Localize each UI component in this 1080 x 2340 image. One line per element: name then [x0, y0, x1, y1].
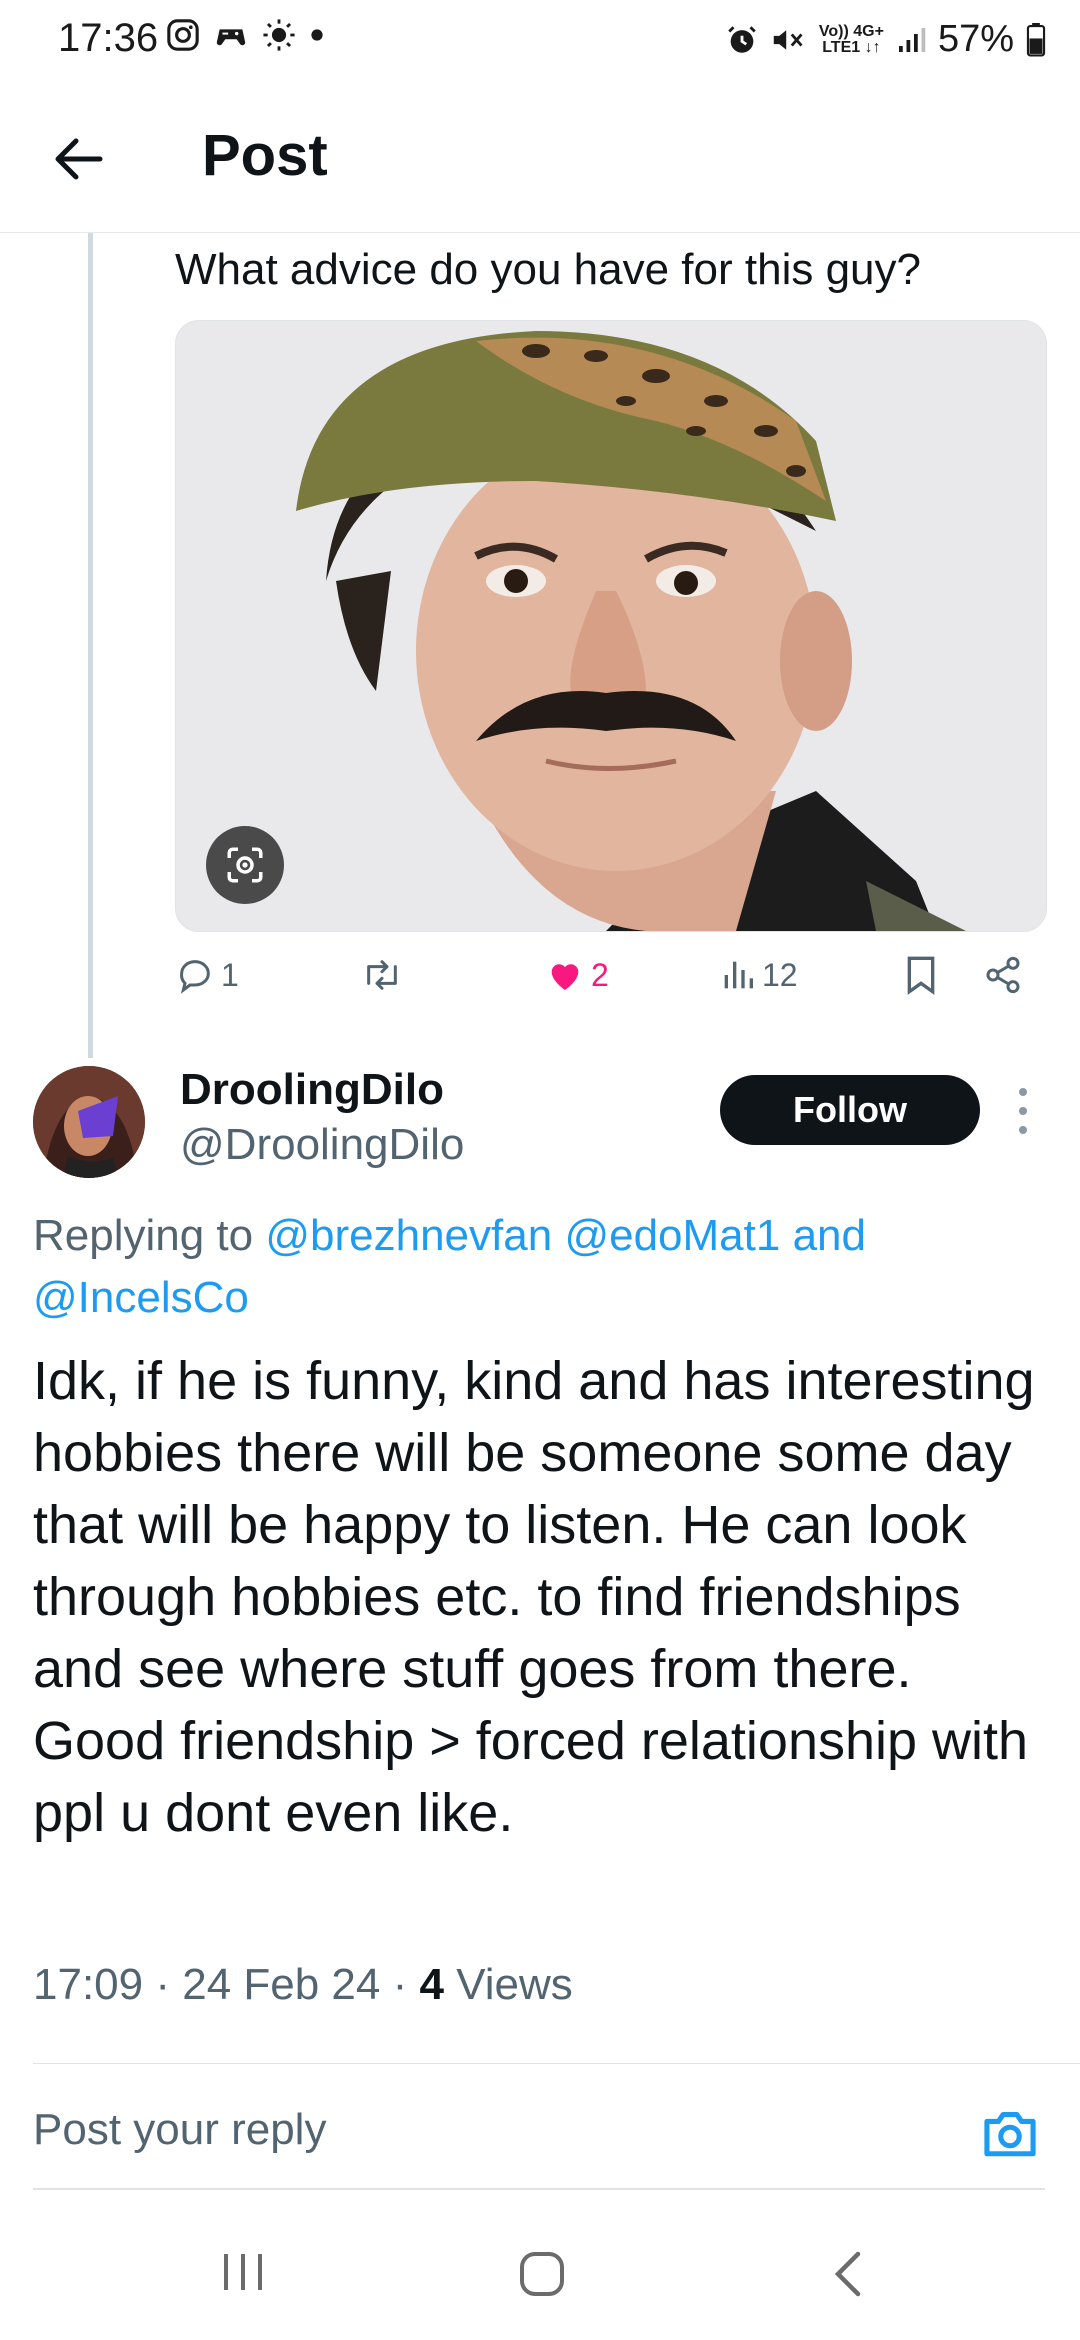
image-search-button[interactable] — [206, 826, 284, 904]
thread-line — [88, 233, 93, 1058]
camera-icon — [984, 2112, 1036, 2157]
share-icon — [986, 956, 1020, 994]
bookmark-action[interactable] — [903, 955, 939, 995]
reply-input[interactable]: Post your reply — [33, 2105, 326, 2155]
post-image[interactable] — [175, 320, 1047, 932]
notification-dot-icon — [311, 29, 323, 41]
views-label[interactable]: Views — [456, 1960, 573, 2009]
post-date: 24 Feb 24 — [182, 1960, 381, 2009]
status-icons-right: Vo)) 4G+ LTE1 ↓↑ 57% — [725, 18, 1046, 61]
mention-and[interactable]: and — [793, 1211, 866, 1260]
back-nav-icon[interactable] — [830, 2250, 866, 2298]
views-action[interactable]: 12 — [720, 955, 798, 995]
like-action[interactable]: 2 — [545, 955, 609, 995]
battery-icon — [1026, 22, 1046, 57]
post-photo — [176, 321, 1046, 931]
status-bar: 17:36 Vo)) 4G+ LTE1 ↓↑ 57% — [0, 0, 1080, 84]
page-title: Post — [202, 123, 328, 188]
recent-apps-icon[interactable] — [218, 2250, 268, 2294]
reply-text: Idk, if he is funny, kind and has intere… — [33, 1351, 1035, 1843]
app-header: Post — [0, 84, 1080, 233]
original-post-text: What advice do you have for this guy? — [175, 245, 921, 294]
mention-link[interactable]: @brezhnevfan — [265, 1211, 552, 1260]
views-count[interactable]: 4 — [419, 1960, 443, 2009]
analytics-icon — [724, 961, 753, 989]
bookmark-icon — [907, 956, 935, 995]
more-options-button[interactable] — [1006, 1088, 1040, 1134]
battery-percent: 57% — [937, 18, 1014, 60]
comment-icon — [180, 960, 210, 994]
system-navigation-bar — [0, 2200, 1080, 2340]
network-label-bottom: LTE1 ↓↑ — [822, 38, 881, 56]
divider — [33, 2063, 1080, 2064]
mention-link[interactable]: @IncelsCo — [33, 1273, 249, 1322]
reply-count: 1 — [221, 956, 239, 993]
status-time: 17:36 — [58, 16, 159, 60]
post-time: 17:09 — [33, 1960, 144, 2009]
game-controller-icon — [216, 29, 246, 46]
brightness-icon — [263, 19, 295, 51]
follow-button[interactable]: Follow — [720, 1075, 980, 1145]
reply-action[interactable]: 1 — [175, 955, 239, 995]
share-action[interactable] — [983, 955, 1023, 995]
heart-filled-icon — [551, 964, 579, 990]
post-actions: 1 2 12 — [175, 955, 1055, 1005]
post-metadata: 17:09 · 24 Feb 24 · 4 Views — [33, 1960, 573, 2009]
signal-icon — [898, 27, 926, 52]
replying-to: Replying to @brezhnevfan @edoMat1 and @In… — [33, 1205, 1033, 1329]
more-dot-icon — [1019, 1107, 1027, 1115]
home-icon[interactable] — [518, 2250, 566, 2298]
view-count: 12 — [762, 956, 798, 993]
display-name[interactable]: DroolingDilo — [180, 1065, 444, 1115]
network-label: Vo)) 4G+ LTE1 ↓↑ — [818, 22, 884, 56]
like-count: 2 — [591, 956, 609, 993]
user-handle[interactable]: @DroolingDilo — [180, 1120, 464, 1170]
more-dot-icon — [1019, 1088, 1027, 1096]
avatar[interactable] — [33, 1066, 145, 1178]
back-button[interactable] — [44, 124, 114, 194]
repost-action[interactable] — [360, 955, 410, 995]
lens-icon — [227, 847, 263, 883]
arrow-left-icon — [55, 138, 103, 180]
repost-icon — [367, 960, 397, 990]
camera-button[interactable] — [980, 2105, 1040, 2165]
network-label-top: Vo)) 4G+ — [818, 22, 884, 40]
avatar-image — [33, 1066, 145, 1178]
composer-underline — [33, 2188, 1045, 2190]
mute-icon — [773, 29, 803, 50]
mention-link[interactable]: @edoMat1 — [564, 1211, 780, 1260]
status-icons-left — [166, 18, 324, 52]
replying-prefix: Replying to — [33, 1211, 266, 1260]
alarm-icon — [728, 25, 756, 53]
instagram-icon — [167, 19, 199, 51]
more-dot-icon — [1019, 1126, 1027, 1134]
